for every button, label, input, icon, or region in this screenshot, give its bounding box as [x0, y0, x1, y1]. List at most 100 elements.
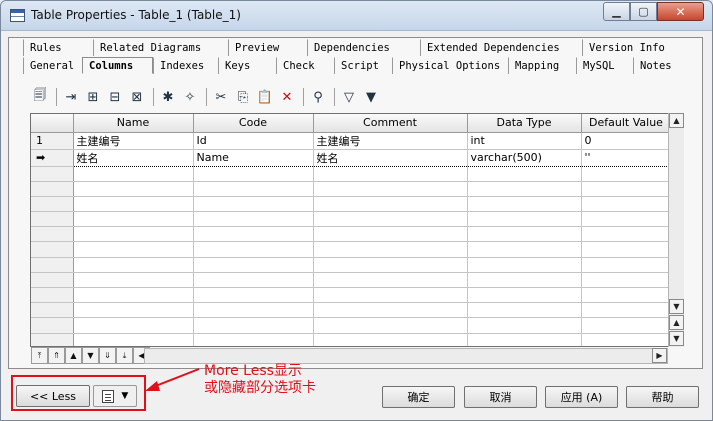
empty-cell[interactable] [581, 226, 672, 243]
move-top-icon[interactable]: ⤒ [31, 347, 48, 364]
empty-cell[interactable] [467, 226, 582, 243]
insert-row-icon[interactable]: ⇥ [61, 87, 81, 107]
tab-general[interactable]: General [23, 57, 82, 74]
empty-cell[interactable] [581, 241, 672, 258]
empty-cell[interactable] [581, 181, 672, 197]
tab-script[interactable]: Script [334, 57, 392, 74]
maximize-button[interactable]: ▢ [630, 2, 657, 21]
empty-cell[interactable] [193, 211, 314, 228]
empty-cell[interactable] [581, 272, 672, 289]
empty-row[interactable] [31, 272, 672, 289]
filter-icon[interactable]: ▼ [361, 87, 381, 107]
add-columns-icon[interactable]: ⊟ [105, 87, 125, 107]
column-header-default-value[interactable]: Default Value [581, 114, 672, 133]
current-row-arrow-icon[interactable]: ➡ [31, 149, 74, 167]
delete-icon[interactable]: ✕ [277, 87, 297, 107]
empty-cell[interactable] [73, 272, 194, 289]
row-header[interactable] [31, 302, 74, 319]
empty-cell[interactable] [313, 211, 468, 228]
empty-cell[interactable] [73, 196, 194, 213]
empty-cell[interactable] [73, 211, 194, 228]
empty-cell[interactable] [313, 241, 468, 258]
empty-row[interactable] [31, 302, 672, 319]
row-header[interactable] [31, 333, 74, 346]
move-page-down-icon[interactable]: ⇓ [99, 347, 116, 364]
empty-cell[interactable] [193, 241, 314, 258]
cell-comment[interactable]: 姓名 [313, 148, 468, 167]
empty-cell[interactable] [193, 272, 314, 289]
row-header[interactable] [31, 272, 74, 289]
empty-cell[interactable] [73, 287, 194, 304]
empty-cell[interactable] [193, 317, 314, 334]
tab-rules[interactable]: Rules [23, 39, 93, 56]
row-header[interactable] [31, 196, 74, 213]
empty-row[interactable] [31, 196, 672, 213]
scroll-down-icon[interactable]: ▼ [669, 299, 684, 314]
tab-related-diagrams[interactable]: Related Diagrams [93, 39, 228, 56]
empty-row[interactable] [31, 333, 672, 346]
cell-name[interactable]: 主建编号 [73, 132, 194, 150]
empty-cell[interactable] [313, 226, 468, 243]
empty-cell[interactable] [467, 211, 582, 228]
ok-button[interactable]: 确定 [382, 386, 455, 408]
scroll-up-icon[interactable]: ▲ [669, 113, 684, 128]
tab-columns[interactable]: Columns [82, 57, 153, 74]
properties-icon[interactable]: 🗐 [30, 87, 50, 107]
empty-row[interactable] [31, 241, 672, 258]
empty-cell[interactable] [581, 287, 672, 304]
row-header-corner[interactable] [31, 114, 74, 133]
new-wizard-icon[interactable]: ✱ [158, 87, 178, 107]
empty-cell[interactable] [313, 257, 468, 273]
row-header[interactable] [31, 241, 74, 258]
add-row-icon[interactable]: ⊞ [83, 87, 103, 107]
empty-cell[interactable] [467, 287, 582, 304]
cell-data-type[interactable]: varchar(500) [467, 148, 582, 167]
cell-data-type[interactable]: int [467, 132, 582, 150]
apply-button[interactable]: 应用 (A) [545, 386, 618, 408]
empty-cell[interactable] [467, 272, 582, 289]
cell-comment[interactable]: 主建编号 [313, 132, 468, 150]
empty-cell[interactable] [581, 302, 672, 319]
empty-cell[interactable] [313, 166, 468, 182]
empty-cell[interactable] [313, 317, 468, 334]
move-page-up-icon[interactable]: ⇑ [48, 347, 65, 364]
move-down-icon[interactable]: ▼ [82, 347, 99, 364]
empty-cell[interactable] [467, 166, 582, 182]
find-wizard-icon[interactable]: ✧ [180, 87, 200, 107]
cell-default-value[interactable]: '' [581, 148, 672, 167]
tab-physical-options[interactable]: Physical Options [392, 57, 508, 74]
empty-cell[interactable] [193, 302, 314, 319]
empty-row[interactable] [31, 226, 672, 243]
empty-row[interactable] [31, 166, 672, 182]
empty-cell[interactable] [467, 241, 582, 258]
cell-name[interactable]: 姓名 [73, 148, 194, 167]
empty-cell[interactable] [581, 166, 672, 182]
empty-cell[interactable] [73, 302, 194, 319]
column-header-code[interactable]: Code [193, 114, 314, 133]
empty-cell[interactable] [73, 181, 194, 197]
empty-cell[interactable] [193, 181, 314, 197]
row-number[interactable]: 1 [31, 132, 74, 150]
empty-row[interactable] [31, 257, 672, 273]
tab-preview[interactable]: Preview [228, 39, 307, 56]
find-icon[interactable]: ⚲ [308, 87, 328, 107]
tab-extended-dependencies[interactable]: Extended Dependencies [420, 39, 582, 56]
move-up-icon[interactable]: ▲ [65, 347, 82, 364]
table-row[interactable]: 1 主建编号 Id 主建编号 int 0 [31, 132, 672, 150]
cut-icon[interactable]: ✂ [211, 87, 231, 107]
empty-cell[interactable] [73, 226, 194, 243]
empty-cell[interactable] [313, 333, 468, 346]
empty-cell[interactable] [193, 257, 314, 273]
table-row[interactable]: ➡ 姓名 Name 姓名 varchar(500) '' [31, 148, 672, 167]
empty-cell[interactable] [73, 241, 194, 258]
empty-cell[interactable] [193, 166, 314, 182]
row-header[interactable] [31, 226, 74, 243]
help-button[interactable]: 帮助 [626, 386, 699, 408]
tab-mysql[interactable]: MySQL [576, 57, 633, 74]
empty-row[interactable] [31, 181, 672, 197]
empty-cell[interactable] [193, 196, 314, 213]
empty-cell[interactable] [73, 333, 194, 346]
empty-cell[interactable] [581, 211, 672, 228]
empty-cell[interactable] [467, 302, 582, 319]
row-header[interactable] [31, 317, 74, 334]
